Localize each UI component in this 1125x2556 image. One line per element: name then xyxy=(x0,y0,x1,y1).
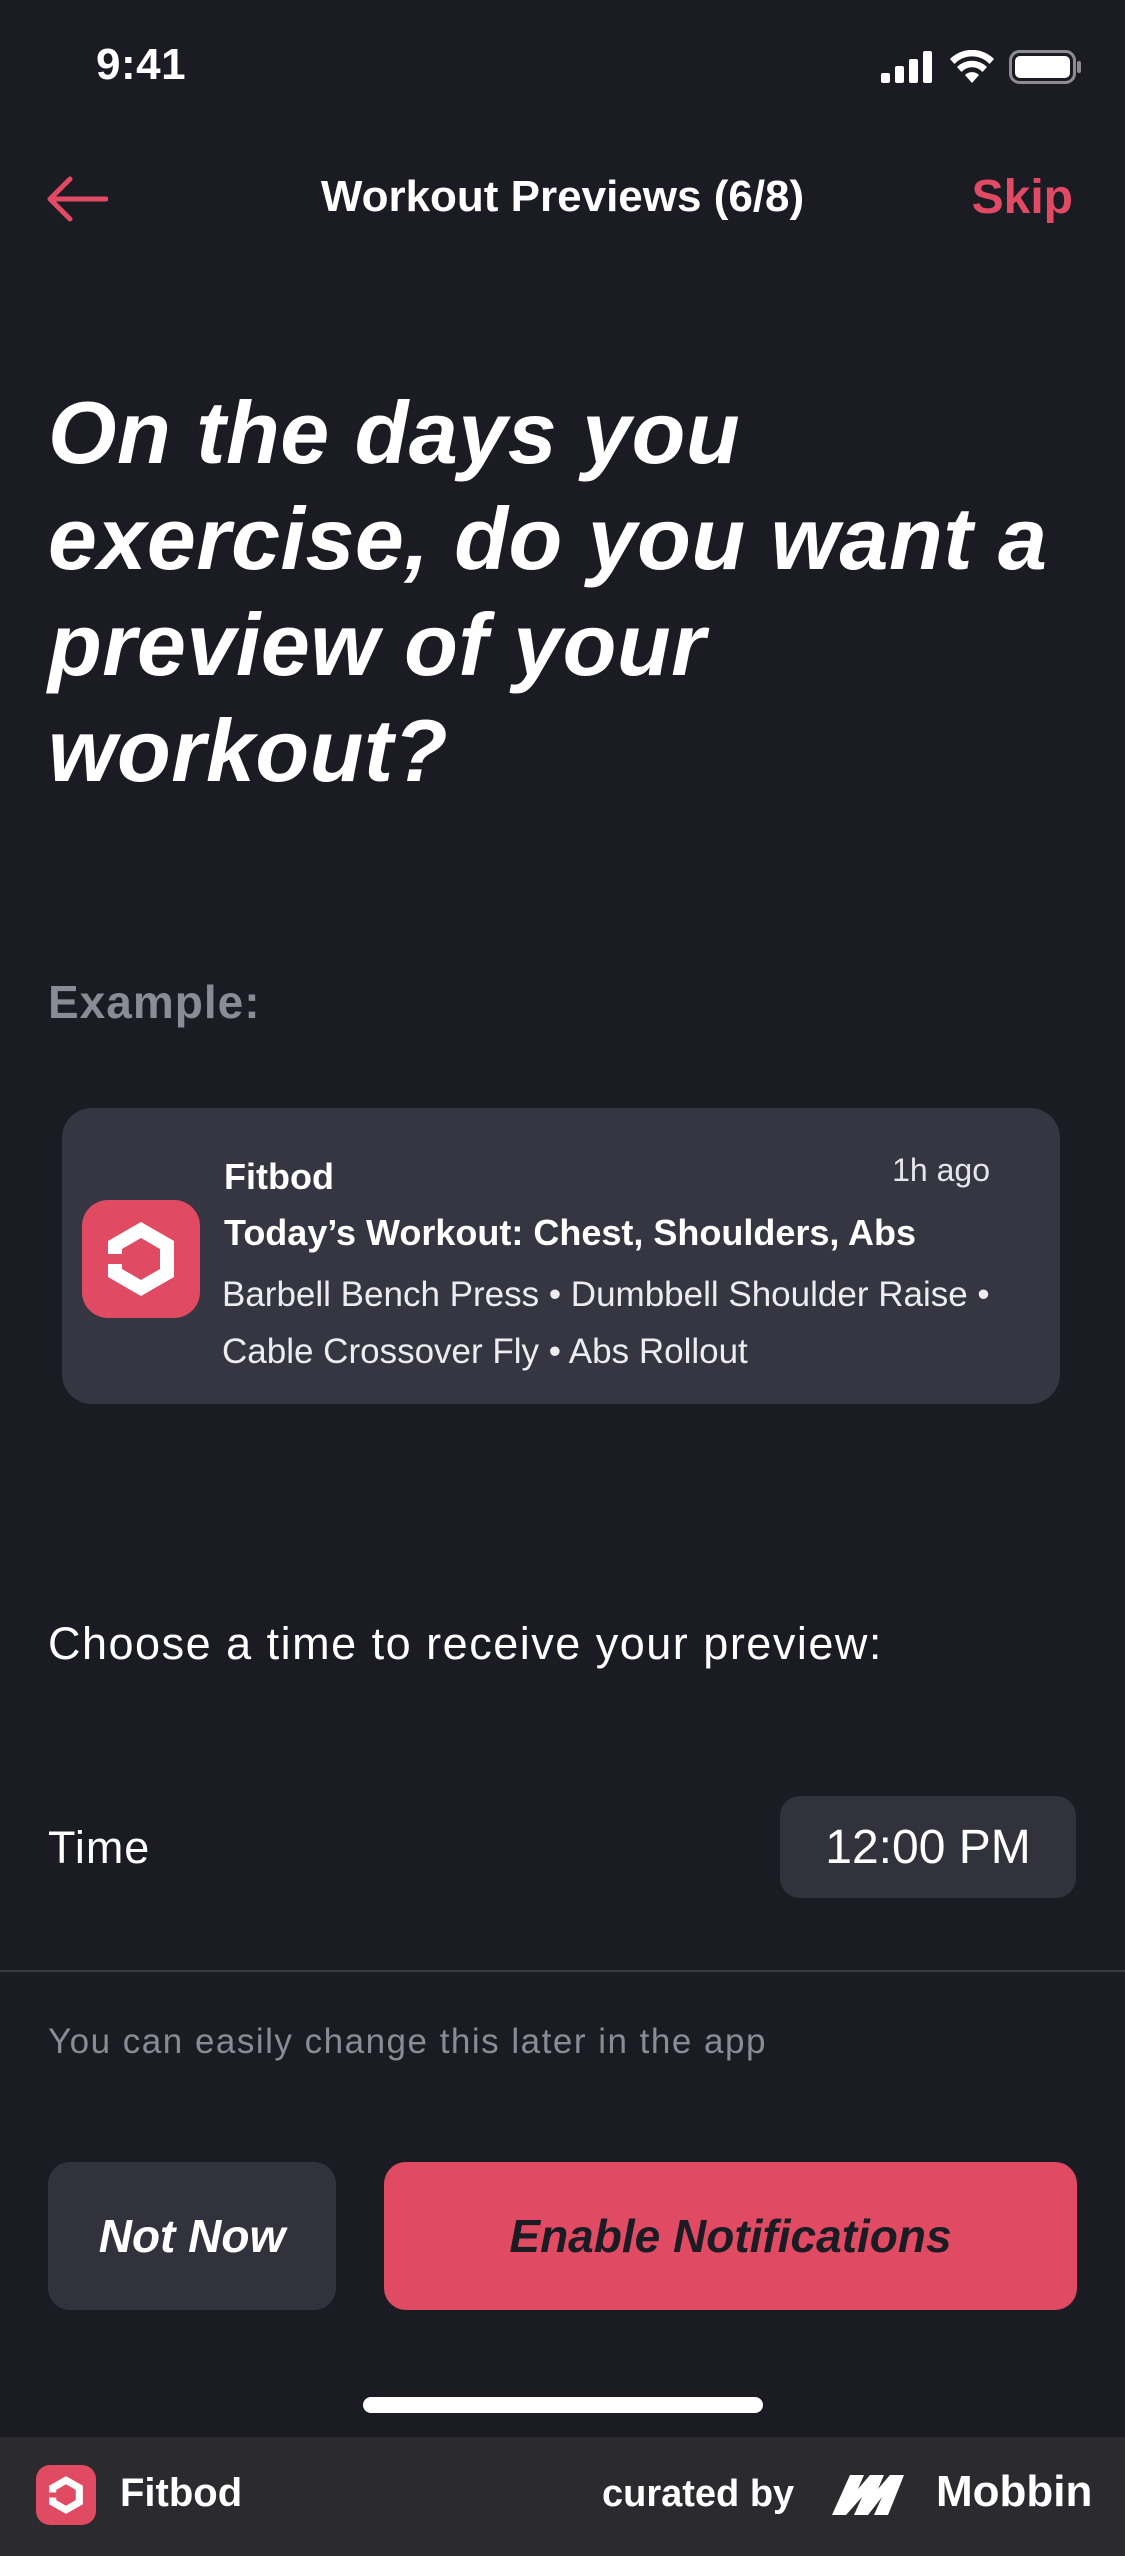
status-icons xyxy=(881,50,1083,84)
hint-text: You can easily change this later in the … xyxy=(48,2022,767,2061)
battery-icon xyxy=(1009,50,1081,84)
mobbin-logo-icon xyxy=(832,2475,904,2515)
example-label: Example: xyxy=(48,976,261,1028)
fitbod-logo-icon xyxy=(36,2465,96,2525)
page-title: Workout Previews (6/8) xyxy=(320,172,805,221)
enable-notifications-button[interactable]: Enable Notifications xyxy=(384,2162,1077,2310)
footer-app-name: Fitbod xyxy=(120,2471,243,2515)
notification-app-name: Fitbod xyxy=(224,1156,334,1197)
status-bar: 9:41 xyxy=(0,0,1125,140)
wifi-icon xyxy=(950,50,994,83)
divider xyxy=(0,1970,1125,1972)
notification-time: 1h ago xyxy=(892,1152,990,1188)
footer: Fitbod curated by Mobbin xyxy=(0,2437,1125,2556)
footer-curated-by: curated by xyxy=(602,2473,795,2515)
notification-preview-card: Fitbod 1h ago Today’s Workout: Chest, Sh… xyxy=(62,1108,1060,1404)
headline: On the days you exercise, do you want a … xyxy=(48,383,1048,800)
nav-bar: Workout Previews (6/8) Skip xyxy=(0,150,1125,250)
skip-button[interactable]: Skip xyxy=(972,170,1073,225)
time-label: Time xyxy=(48,1822,151,1873)
footer-brand: Mobbin xyxy=(936,2467,1093,2516)
not-now-button[interactable]: Not Now xyxy=(48,2162,336,2310)
notification-body: Barbell Bench Press • Dumbbell Shoulder … xyxy=(222,1275,990,1371)
status-time: 9:41 xyxy=(96,40,187,89)
notification-title: Today’s Workout: Chest, Shoulders, Abs xyxy=(224,1212,917,1253)
home-indicator xyxy=(363,2397,763,2413)
choose-time-prompt: Choose a time to receive your preview: xyxy=(48,1618,883,1669)
signal-icon xyxy=(881,51,932,83)
time-picker[interactable]: 12:00 PM xyxy=(780,1796,1076,1898)
fitbod-logo-icon xyxy=(82,1200,200,1318)
